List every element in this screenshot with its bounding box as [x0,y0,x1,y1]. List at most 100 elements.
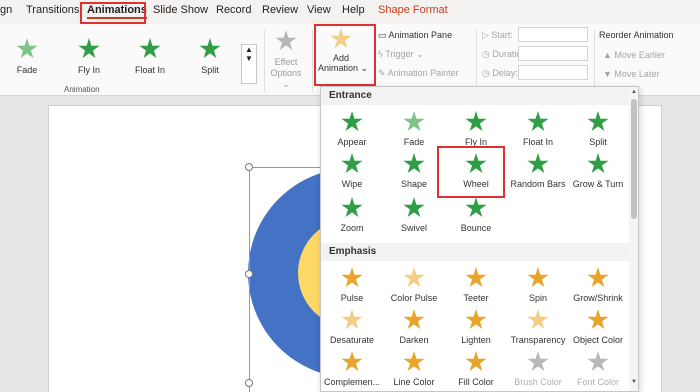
gallery-item-fade[interactable]: Fade [383,111,445,147]
trigger-button[interactable]: ϟ Trigger ⌄ [378,49,424,60]
gallery-item-bounce[interactable]: Bounce [445,197,507,233]
spin-star-icon [527,267,549,288]
effect-options-dropdown-arrow: ⌄ [282,79,290,89]
effect-options-button[interactable]: Effect Options ⌄ [266,30,306,90]
gallery-item-split[interactable]: Split [567,111,629,147]
color-pulse-star-icon [403,267,425,288]
resize-handle[interactable] [245,163,253,171]
gallery-scrollbar[interactable]: ▲ ▼ [629,87,638,391]
wheel-highlight [437,146,505,198]
float-in-star-icon [139,38,161,59]
gallery-item-desaturate[interactable]: Desaturate [321,309,383,345]
split-star-icon [199,38,221,59]
gallery-item-grow-shrink[interactable]: Grow/Shrink [567,267,629,303]
gallery-item-pulse[interactable]: Pulse [321,267,383,303]
duration-field[interactable] [518,46,588,61]
float-in-star-icon [527,111,549,132]
trigger-icon: ϟ [378,49,383,59]
brush-color-star-icon [527,351,549,372]
appear-star-icon [341,111,363,132]
tab-shape-format[interactable]: Shape Format [378,4,448,16]
gallery-item-fill-color[interactable]: Fill Color [445,351,507,387]
animation-painter-button[interactable]: ✎ Animation Painter [378,68,459,79]
gallery-item-font-color: Font Color [567,351,629,387]
fly-in-star-icon [465,111,487,132]
scroll-down-icon[interactable]: ▼ [631,379,637,385]
gallery-item-darken[interactable]: Darken [383,309,445,345]
grow-shrink-star-icon [587,267,609,288]
start-label: ▷ Start: [482,30,513,40]
gallery-item-color-pulse[interactable]: Color Pulse [383,267,445,303]
selection-border-top [249,167,321,168]
scroll-up-icon[interactable]: ▲ [631,89,637,95]
gallery-item-fly-in[interactable]: Fly In [445,111,507,147]
gallery-item-shape[interactable]: Shape [383,153,445,189]
resize-handle[interactable] [245,379,253,387]
start-select[interactable] [518,27,588,42]
scrollbar-thumb[interactable] [631,99,637,219]
wipe-star-icon [341,153,363,174]
animation-gallery-dropdown: Entrance Appear Fade Fly In Float In Spl… [320,86,639,392]
effect-fade[interactable]: Fade [12,38,42,75]
delay-field[interactable] [518,65,588,80]
gallery-item-zoom[interactable]: Zoom [321,197,383,233]
move-later-button[interactable]: ▼ Move Later [603,69,659,79]
entrance-section-header: Entrance [321,87,629,105]
fly-in-star-icon [78,38,100,59]
effect-fly-in[interactable]: Fly In [72,38,106,75]
gallery-item-random-bars[interactable]: Random Bars [507,153,569,189]
gallery-item-wipe[interactable]: Wipe [321,153,383,189]
gallery-item-float-in[interactable]: Float In [507,111,569,147]
tab-review[interactable]: Review [262,4,298,16]
line-color-star-icon [403,351,425,372]
object-color-star-icon [587,309,609,330]
animations-tab-highlight [80,2,146,24]
darken-star-icon [403,309,425,330]
desaturate-star-icon [341,309,363,330]
gallery-more-button[interactable]: ▲ ▼ [241,44,257,84]
gallery-item-lighten[interactable]: Lighten [445,309,507,345]
move-earlier-button[interactable]: ▲ Move Earlier [603,50,665,60]
reorder-title: Reorder Animation [599,30,674,40]
tab-design[interactable]: gn [0,4,12,16]
font-color-star-icon [587,351,609,372]
lighten-star-icon [465,309,487,330]
tab-help[interactable]: Help [342,4,365,16]
add-animation-highlight [314,24,376,86]
bounce-star-icon [465,197,487,218]
pulse-star-icon [341,267,363,288]
fade-star-icon [403,111,425,132]
split-star-icon [587,111,609,132]
fill-color-star-icon [465,351,487,372]
effect-float-in[interactable]: Float In [131,38,169,75]
effect-options-icon [275,30,297,51]
gallery-item-teeter[interactable]: Teeter [445,267,507,303]
tab-view[interactable]: View [307,4,331,16]
gallery-item-complementary[interactable]: Complemen... [321,351,383,387]
gallery-item-grow-turn[interactable]: Grow & Turn [567,153,629,189]
teeter-star-icon [465,267,487,288]
gallery-item-spin[interactable]: Spin [507,267,569,303]
tab-slide-show[interactable]: Slide Show [153,4,208,16]
delay-label: ◷ Delay: [482,68,518,78]
painter-icon: ✎ [378,68,386,78]
animation-group-label: Animation [64,85,100,94]
animation-pane-icon: ▭ [378,30,387,40]
gallery-item-brush-color: Brush Color [507,351,569,387]
swivel-star-icon [403,197,425,218]
zoom-star-icon [341,197,363,218]
gallery-item-transparency[interactable]: Transparency [507,309,569,345]
gallery-item-swivel[interactable]: Swivel [383,197,445,233]
resize-handle[interactable] [245,270,253,278]
grow-turn-star-icon [587,153,609,174]
tab-transitions[interactable]: Transitions [26,4,79,16]
gallery-item-appear[interactable]: Appear [321,111,383,147]
effect-split[interactable]: Split [195,38,225,75]
transparency-star-icon [527,309,549,330]
emphasis-section-header: Emphasis [321,243,629,261]
animation-pane-button[interactable]: ▭ Animation Pane [378,30,452,41]
gallery-item-line-color[interactable]: Line Color [383,351,445,387]
tab-record[interactable]: Record [216,4,251,16]
gallery-item-object-color[interactable]: Object Color [567,309,629,345]
fade-star-icon [16,38,38,59]
